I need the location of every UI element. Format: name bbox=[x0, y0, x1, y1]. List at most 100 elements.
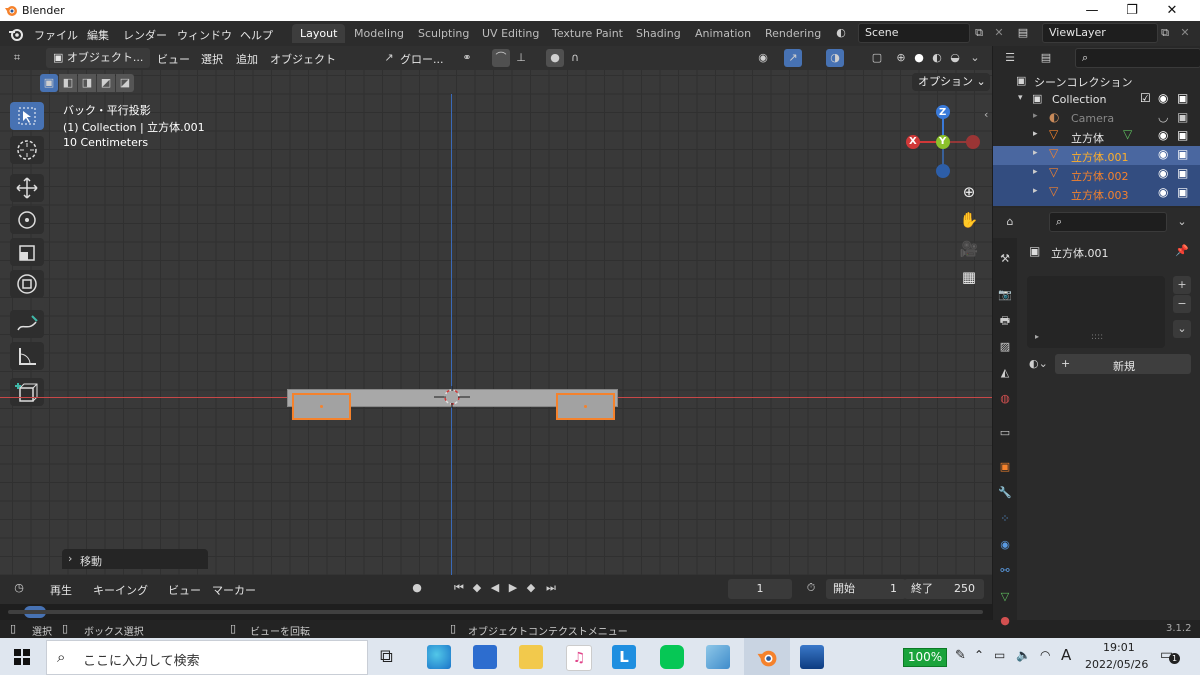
tab-modeling[interactable]: Modeling bbox=[346, 24, 412, 43]
task-view-icon[interactable]: ⧉ bbox=[380, 646, 393, 667]
scene-tab-icon[interactable]: ◭ bbox=[996, 364, 1014, 382]
rendered-shading-icon[interactable]: ◒ bbox=[946, 49, 964, 67]
physics-tab-icon[interactable]: ◉ bbox=[996, 536, 1014, 554]
tool-measure[interactable] bbox=[10, 342, 44, 370]
timeline-editor-type-icon[interactable]: ◷ bbox=[10, 579, 28, 597]
clock-date[interactable]: 2022/05/26 bbox=[1085, 658, 1148, 671]
windows-start-icon[interactable] bbox=[14, 649, 30, 665]
tab-animation[interactable]: Animation bbox=[687, 24, 759, 43]
pan-hand-icon[interactable]: ✋ bbox=[956, 207, 982, 233]
eye-icon[interactable]: ◉ bbox=[1158, 91, 1168, 105]
tab-layout[interactable]: Layout bbox=[292, 24, 346, 43]
proportional-edit-icon[interactable]: ● bbox=[546, 49, 564, 67]
l-app-icon[interactable]: L bbox=[612, 645, 636, 669]
timeline-menu-keying[interactable]: キーイング bbox=[93, 582, 148, 598]
tab-texture-paint[interactable]: Texture Paint bbox=[544, 24, 631, 43]
blender-menu-icon[interactable] bbox=[8, 26, 24, 42]
record-icon[interactable]: ● bbox=[408, 579, 426, 597]
cube-002-object[interactable] bbox=[556, 393, 615, 420]
constraints-tab-icon[interactable]: ⚯ bbox=[996, 562, 1014, 580]
world-tab-icon[interactable]: ◍ bbox=[996, 390, 1014, 408]
mode-dropdown[interactable]: ▣ オブジェクト... bbox=[46, 48, 150, 68]
tab-uv-editing[interactable]: UV Editing bbox=[474, 24, 547, 43]
clock-time[interactable]: 19:01 bbox=[1103, 641, 1135, 654]
expand-arrow-icon[interactable]: ▸ bbox=[1033, 186, 1038, 196]
object-tab-icon[interactable]: ▣ bbox=[996, 458, 1014, 476]
falloff-icon[interactable]: ∩ bbox=[566, 49, 584, 67]
menu-edit[interactable]: 編集 bbox=[87, 27, 109, 43]
outliner-row-cube-002[interactable]: ▸ ▽ 立方体.002 ◉ ▣ bbox=[993, 165, 1200, 184]
expand-arrow-icon[interactable]: ▾ bbox=[1018, 93, 1023, 103]
new-viewlayer-icon[interactable]: ⧉ bbox=[1156, 24, 1174, 42]
remove-viewlayer-icon[interactable]: ✕ bbox=[1176, 24, 1194, 42]
outliner-root[interactable]: シーンコレクション bbox=[1034, 74, 1132, 90]
start-frame-field[interactable]: 開始 1 bbox=[826, 579, 906, 599]
store-icon[interactable] bbox=[473, 645, 497, 669]
solid-shading-icon[interactable]: ● bbox=[910, 49, 928, 67]
tool-move[interactable] bbox=[10, 174, 44, 202]
last-operator-panel[interactable]: › 移動 bbox=[62, 549, 208, 569]
view-layer-tab-icon[interactable]: ▨ bbox=[996, 338, 1014, 356]
select-subtract-icon[interactable]: ◨ bbox=[78, 74, 96, 92]
notification-center-icon[interactable]: ▭ 1 bbox=[1160, 647, 1180, 665]
menu-render[interactable]: レンダー bbox=[123, 27, 167, 43]
data-tab-icon[interactable]: ▽ bbox=[996, 588, 1014, 606]
end-frame-field[interactable]: 終了 250 bbox=[904, 579, 984, 599]
3d-viewport[interactable]: ▣ ◧ ◨ ◩ ◪ バック・平行投影 (1) Collection | 立方体.… bbox=[0, 70, 992, 575]
expand-arrow-icon[interactable]: ▸ bbox=[1033, 129, 1038, 139]
timeline-menu-marker[interactable]: マーカー bbox=[212, 582, 256, 598]
scene-icon[interactable]: ◐ bbox=[832, 24, 850, 42]
timeline-ruler[interactable] bbox=[0, 604, 992, 620]
tab-sculpting[interactable]: Sculpting bbox=[410, 24, 477, 43]
next-keyframe-icon[interactable]: ◆ bbox=[522, 579, 540, 597]
scene-name-field[interactable]: Scene bbox=[858, 23, 970, 43]
tool-scale[interactable] bbox=[10, 238, 44, 266]
3d-cursor-marker[interactable] bbox=[434, 386, 470, 408]
tool-tab-icon[interactable]: ⚒ bbox=[996, 250, 1014, 268]
eye-icon[interactable]: ◉ bbox=[1158, 128, 1168, 142]
menu-select[interactable]: 選択 bbox=[201, 51, 223, 67]
taskbar-search-box[interactable]: ⌕ ここに入力して検索 bbox=[46, 640, 368, 675]
blender-taskbar-button[interactable] bbox=[744, 638, 790, 675]
play-icon[interactable]: ▶ bbox=[504, 579, 522, 597]
select-intersect-icon[interactable]: ◪ bbox=[116, 74, 134, 92]
outliner-editor-type-icon[interactable]: ☰ bbox=[1001, 49, 1019, 67]
camera-render-icon[interactable]: ▣ bbox=[1177, 185, 1188, 199]
tab-shading[interactable]: Shading bbox=[628, 24, 689, 43]
shading-options-icon[interactable]: ⌄ bbox=[966, 49, 984, 67]
camera-render-icon[interactable]: ▣ bbox=[1177, 128, 1188, 142]
collection-tab-icon[interactable]: ▭ bbox=[996, 424, 1014, 442]
ime-indicator[interactable]: A bbox=[1061, 646, 1071, 664]
select-difference-icon[interactable]: ◩ bbox=[97, 74, 115, 92]
wireframe-shading-icon[interactable]: ⊕ bbox=[892, 49, 910, 67]
itunes-icon[interactable]: ♫ bbox=[566, 645, 592, 671]
outliner-row-cube[interactable]: ▸ ▽ 立方体 ▽ ◉ ▣ bbox=[993, 127, 1200, 146]
menu-object[interactable]: オブジェクト bbox=[270, 51, 336, 67]
expand-arrow-icon[interactable]: ▸ bbox=[1033, 111, 1038, 121]
properties-options-icon[interactable]: ⌄ bbox=[1173, 213, 1191, 231]
close-icon[interactable]: ✕ bbox=[1152, 2, 1192, 19]
pin-icon[interactable]: 📌 bbox=[1173, 242, 1191, 260]
menu-view[interactable]: ビュー bbox=[157, 51, 190, 67]
new-material-button[interactable]: + 新規 bbox=[1055, 354, 1191, 374]
timeline-menu-playback[interactable]: 再生 bbox=[50, 582, 72, 598]
pen-icon[interactable]: ✎ bbox=[955, 648, 966, 663]
camera-render-icon[interactable]: ▣ bbox=[1177, 147, 1188, 161]
current-frame-field[interactable]: 1 bbox=[728, 579, 792, 599]
outliner-row-camera[interactable]: ▸ ◐ Camera ◡ ▣ bbox=[993, 109, 1200, 128]
material-browse-icon[interactable]: ◐⌄ bbox=[1029, 355, 1048, 373]
viewlayer-icon[interactable]: ▤ bbox=[1014, 24, 1032, 42]
material-shading-icon[interactable]: ◐ bbox=[928, 49, 946, 67]
display-mode-icon[interactable]: ▤ bbox=[1037, 49, 1055, 67]
new-scene-icon[interactable]: ⧉ bbox=[970, 24, 988, 42]
tab-rendering[interactable]: Rendering bbox=[757, 24, 829, 43]
expand-arrow-icon[interactable]: ▸ bbox=[1035, 332, 1039, 341]
material-tab-icon[interactable]: ● bbox=[996, 612, 1014, 630]
render-tab-icon[interactable]: 📷 bbox=[996, 286, 1014, 304]
eye-icon[interactable]: ◉ bbox=[1158, 166, 1168, 180]
tool-cursor[interactable] bbox=[10, 136, 44, 164]
restore-icon[interactable]: ❐ bbox=[1112, 2, 1152, 19]
tool-annotate[interactable] bbox=[10, 310, 44, 338]
checkbox-icon[interactable]: ☑ bbox=[1140, 91, 1151, 105]
line-icon[interactable] bbox=[660, 645, 684, 669]
